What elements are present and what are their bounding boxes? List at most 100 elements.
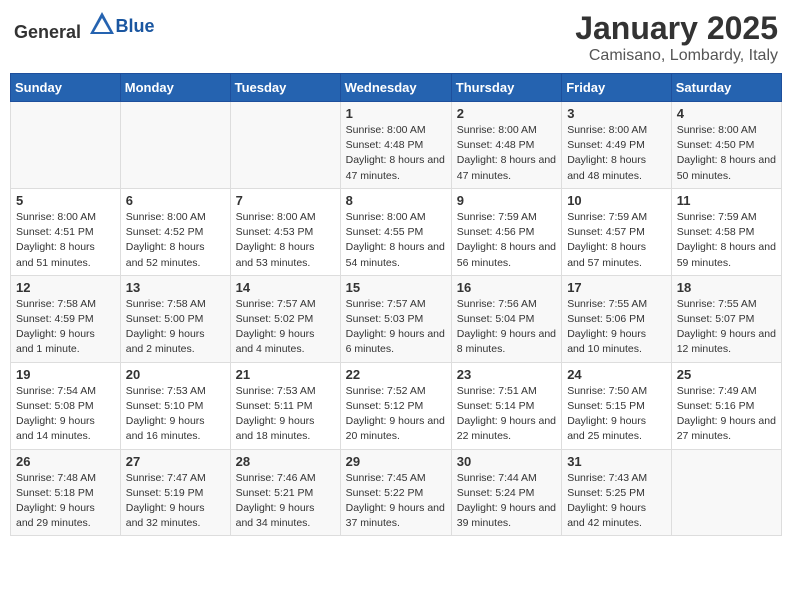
calendar-cell: 19Sunrise: 7:54 AM Sunset: 5:08 PM Dayli… (11, 362, 121, 449)
calendar-cell: 31 Sunrise: 7:43 AM Sunset: 5:25 PM Dayli… (562, 449, 672, 536)
calendar-cell: 8 Sunrise: 8:00 AM Sunset: 4:55 PM Daylig… (340, 188, 451, 275)
calendar-table: SundayMondayTuesdayWednesdayThursdayFrid… (10, 73, 782, 536)
calendar-cell: 18Sunrise: 7:55 AM Sunset: 5:07 PM Dayli… (671, 275, 781, 362)
calendar-cell: 21 Sunrise: 7:53 AM Sunset: 5:11 PM Dayli… (230, 362, 340, 449)
calendar-body: 1 Sunrise: 8:00 AM Sunset: 4:48 PM Daylig… (11, 102, 782, 536)
day-number: 10 (567, 193, 666, 208)
day-number: 6 (126, 193, 225, 208)
calendar-cell: 20Sunrise: 7:53 AM Sunset: 5:10 PM Dayli… (120, 362, 230, 449)
weekday-header-cell: Saturday (671, 74, 781, 102)
day-info: Sunrise: 7:58 AM Sunset: 4:59 PM Dayligh… (16, 297, 115, 358)
day-number: 12 (16, 280, 115, 295)
day-number: 24 (567, 367, 666, 382)
calendar-cell: 27 Sunrise: 7:47 AM Sunset: 5:19 PM Dayli… (120, 449, 230, 536)
calendar-cell (11, 102, 121, 189)
calendar-cell: 3 Sunrise: 8:00 AM Sunset: 4:49 PM Daylig… (562, 102, 672, 189)
day-info: Sunrise: 7:44 AM Sunset: 5:24 PM Dayligh… (457, 471, 556, 532)
weekday-header-cell: Wednesday (340, 74, 451, 102)
calendar-week-row: 26 Sunrise: 7:48 AM Sunset: 5:18 PM Dayli… (11, 449, 782, 536)
day-number: 28 (236, 454, 335, 469)
calendar-cell: 12 Sunrise: 7:58 AM Sunset: 4:59 PM Dayli… (11, 275, 121, 362)
day-info: Sunrise: 7:54 AM Sunset: 5:08 PM Dayligh… (16, 384, 115, 445)
calendar-cell: 26 Sunrise: 7:48 AM Sunset: 5:18 PM Dayli… (11, 449, 121, 536)
day-number: 8 (346, 193, 446, 208)
day-info: Sunrise: 7:51 AM Sunset: 5:14 PM Dayligh… (457, 384, 556, 445)
day-number: 21 (236, 367, 335, 382)
weekday-header-cell: Monday (120, 74, 230, 102)
day-info: Sunrise: 8:00 AM Sunset: 4:52 PM Dayligh… (126, 210, 225, 271)
day-number: 11 (677, 193, 776, 208)
weekday-header-cell: Thursday (451, 74, 561, 102)
logo: General Blue (14, 10, 155, 43)
day-info: Sunrise: 7:48 AM Sunset: 5:18 PM Dayligh… (16, 471, 115, 532)
calendar-cell: 4Sunrise: 8:00 AM Sunset: 4:50 PM Daylig… (671, 102, 781, 189)
calendar-cell: 2 Sunrise: 8:00 AM Sunset: 4:48 PM Daylig… (451, 102, 561, 189)
day-info: Sunrise: 8:00 AM Sunset: 4:48 PM Dayligh… (346, 123, 446, 184)
calendar-cell: 29 Sunrise: 7:45 AM Sunset: 5:22 PM Dayli… (340, 449, 451, 536)
day-info: Sunrise: 7:59 AM Sunset: 4:56 PM Dayligh… (457, 210, 556, 271)
day-info: Sunrise: 7:47 AM Sunset: 5:19 PM Dayligh… (126, 471, 225, 532)
day-number: 29 (346, 454, 446, 469)
day-info: Sunrise: 7:46 AM Sunset: 5:21 PM Dayligh… (236, 471, 335, 532)
calendar-week-row: 19Sunrise: 7:54 AM Sunset: 5:08 PM Dayli… (11, 362, 782, 449)
day-info: Sunrise: 7:59 AM Sunset: 4:57 PM Dayligh… (567, 210, 666, 271)
calendar-cell (230, 102, 340, 189)
calendar-cell: 7Sunrise: 8:00 AM Sunset: 4:53 PM Daylig… (230, 188, 340, 275)
day-info: Sunrise: 7:56 AM Sunset: 5:04 PM Dayligh… (457, 297, 556, 358)
day-number: 23 (457, 367, 556, 382)
day-number: 3 (567, 106, 666, 121)
logo-icon (88, 10, 116, 38)
day-info: Sunrise: 7:53 AM Sunset: 5:11 PM Dayligh… (236, 384, 335, 445)
day-info: Sunrise: 7:50 AM Sunset: 5:15 PM Dayligh… (567, 384, 666, 445)
month-title: January 2025 (575, 10, 778, 47)
day-info: Sunrise: 8:00 AM Sunset: 4:50 PM Dayligh… (677, 123, 776, 184)
logo-blue: Blue (116, 16, 155, 37)
calendar-cell: 24 Sunrise: 7:50 AM Sunset: 5:15 PM Dayli… (562, 362, 672, 449)
day-number: 9 (457, 193, 556, 208)
day-info: Sunrise: 8:00 AM Sunset: 4:51 PM Dayligh… (16, 210, 115, 271)
calendar-cell: 17 Sunrise: 7:55 AM Sunset: 5:06 PM Dayli… (562, 275, 672, 362)
day-number: 13 (126, 280, 225, 295)
calendar-cell: 25Sunrise: 7:49 AM Sunset: 5:16 PM Dayli… (671, 362, 781, 449)
calendar-cell: 6 Sunrise: 8:00 AM Sunset: 4:52 PM Daylig… (120, 188, 230, 275)
calendar-cell: 16 Sunrise: 7:56 AM Sunset: 5:04 PM Dayli… (451, 275, 561, 362)
header: General Blue January 2025 Camisano, Lomb… (10, 10, 782, 65)
day-info: Sunrise: 8:00 AM Sunset: 4:49 PM Dayligh… (567, 123, 666, 184)
day-number: 27 (126, 454, 225, 469)
day-number: 26 (16, 454, 115, 469)
weekday-header-cell: Friday (562, 74, 672, 102)
day-number: 17 (567, 280, 666, 295)
day-number: 30 (457, 454, 556, 469)
day-info: Sunrise: 7:45 AM Sunset: 5:22 PM Dayligh… (346, 471, 446, 532)
weekday-header-cell: Sunday (11, 74, 121, 102)
calendar-cell: 15 Sunrise: 7:57 AM Sunset: 5:03 PM Dayli… (340, 275, 451, 362)
calendar-cell: 13Sunrise: 7:58 AM Sunset: 5:00 PM Dayli… (120, 275, 230, 362)
weekday-header-cell: Tuesday (230, 74, 340, 102)
weekday-header-row: SundayMondayTuesdayWednesdayThursdayFrid… (11, 74, 782, 102)
day-info: Sunrise: 8:00 AM Sunset: 4:48 PM Dayligh… (457, 123, 556, 184)
calendar-cell: 30 Sunrise: 7:44 AM Sunset: 5:24 PM Dayli… (451, 449, 561, 536)
day-number: 31 (567, 454, 666, 469)
day-number: 16 (457, 280, 556, 295)
day-number: 2 (457, 106, 556, 121)
day-info: Sunrise: 7:57 AM Sunset: 5:02 PM Dayligh… (236, 297, 335, 358)
day-number: 7 (236, 193, 335, 208)
calendar-cell: 9 Sunrise: 7:59 AM Sunset: 4:56 PM Daylig… (451, 188, 561, 275)
day-number: 22 (346, 367, 446, 382)
day-info: Sunrise: 7:49 AM Sunset: 5:16 PM Dayligh… (677, 384, 776, 445)
calendar-cell: 11 Sunrise: 7:59 AM Sunset: 4:58 PM Dayli… (671, 188, 781, 275)
day-info: Sunrise: 8:00 AM Sunset: 4:55 PM Dayligh… (346, 210, 446, 271)
day-info: Sunrise: 7:55 AM Sunset: 5:06 PM Dayligh… (567, 297, 666, 358)
day-number: 15 (346, 280, 446, 295)
day-info: Sunrise: 7:59 AM Sunset: 4:58 PM Dayligh… (677, 210, 776, 271)
logo-general: General (14, 22, 81, 42)
calendar-cell: 14Sunrise: 7:57 AM Sunset: 5:02 PM Dayli… (230, 275, 340, 362)
day-info: Sunrise: 7:43 AM Sunset: 5:25 PM Dayligh… (567, 471, 666, 532)
day-info: Sunrise: 7:55 AM Sunset: 5:07 PM Dayligh… (677, 297, 776, 358)
calendar-cell: 22 Sunrise: 7:52 AM Sunset: 5:12 PM Dayli… (340, 362, 451, 449)
day-number: 1 (346, 106, 446, 121)
day-info: Sunrise: 7:57 AM Sunset: 5:03 PM Dayligh… (346, 297, 446, 358)
day-info: Sunrise: 7:52 AM Sunset: 5:12 PM Dayligh… (346, 384, 446, 445)
calendar-week-row: 12 Sunrise: 7:58 AM Sunset: 4:59 PM Dayli… (11, 275, 782, 362)
calendar-cell: 1 Sunrise: 8:00 AM Sunset: 4:48 PM Daylig… (340, 102, 451, 189)
